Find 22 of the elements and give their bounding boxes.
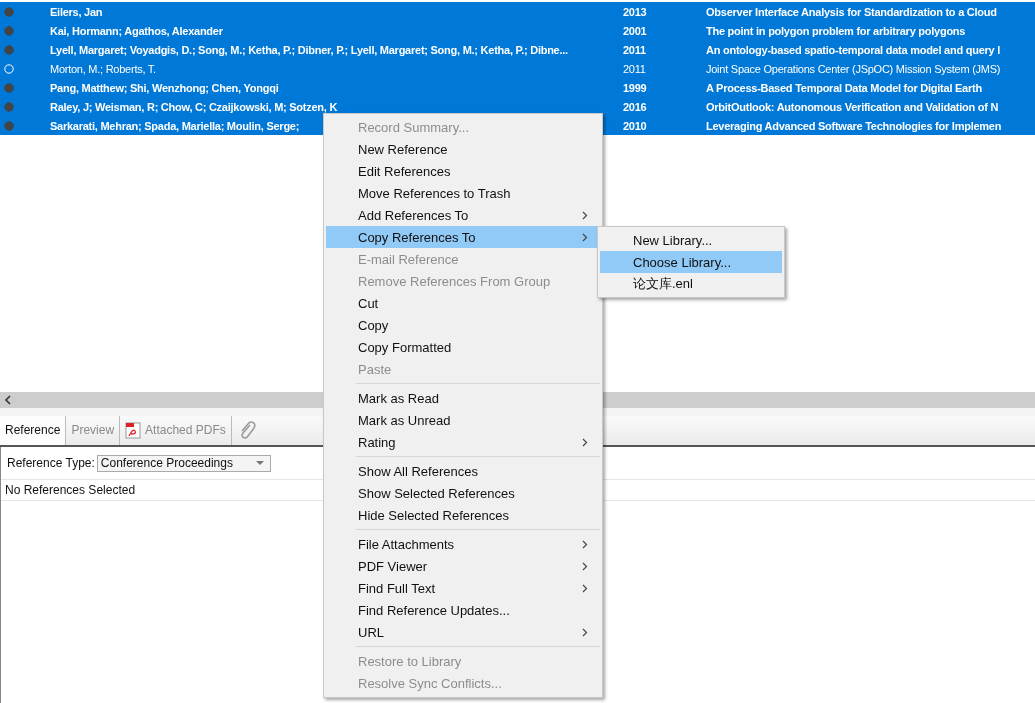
title-cell: A Process-Based Temporal Data Model for Digital Earth: [706, 81, 982, 94]
year-cell-text: 2011: [623, 62, 647, 75]
title-cell: OrbitOutlook: Autonomous Verification and Validation of N: [706, 100, 999, 113]
authors-cell: Eilers, Jan: [50, 5, 103, 18]
title-cell: The point in polygon problem for arbitrary polygons: [706, 24, 966, 37]
authors-cell: Morton, M.; Roberts, T.: [50, 62, 156, 75]
title-cell: An ontology-based spatio-temporal data model and query l: [706, 43, 1001, 56]
authors-cell: Raley, J; Weisman, R; Chow, C; Czaijkowski, M; Sotzen, K: [50, 100, 338, 113]
year-cell-text: 2001: [623, 24, 648, 37]
authors-cell: Kai, Hormann; Agathos, Alexander: [50, 24, 223, 37]
year-cell-text: 2013: [623, 5, 648, 18]
title-cell: Observer Interface Analysis for Standardization to a Cloud: [706, 5, 997, 18]
year-cell-text: 2010: [623, 119, 648, 132]
title-cell: Leveraging Advanced Software Technologies for Implemen: [706, 119, 1002, 132]
authors-cell: Pang, Matthew; Shi, Wenzhong; Chen, Yongqi: [50, 81, 279, 94]
year-cell-text: 1999: [623, 81, 648, 94]
year-cell-text: 2011: [623, 43, 647, 56]
title-cell: Joint Space Operations Center (JSpOC) Mission System (JMS): [706, 62, 1001, 75]
authors-cell: Lyell, Margaret; Voyadgis, D.; Song, M.; Ketha, P.; Dibner, P.; Lyell, Margaret; Song, M.; Ketha, P.; Dibne...: [50, 43, 568, 56]
year-cell-text: 2016: [623, 100, 648, 113]
reference-type-label: Reference Type:: [7, 456, 95, 470]
authors-cell: Sarkarati, Mehran; Spada, Mariella; Moulin, Serge;: [50, 119, 300, 132]
